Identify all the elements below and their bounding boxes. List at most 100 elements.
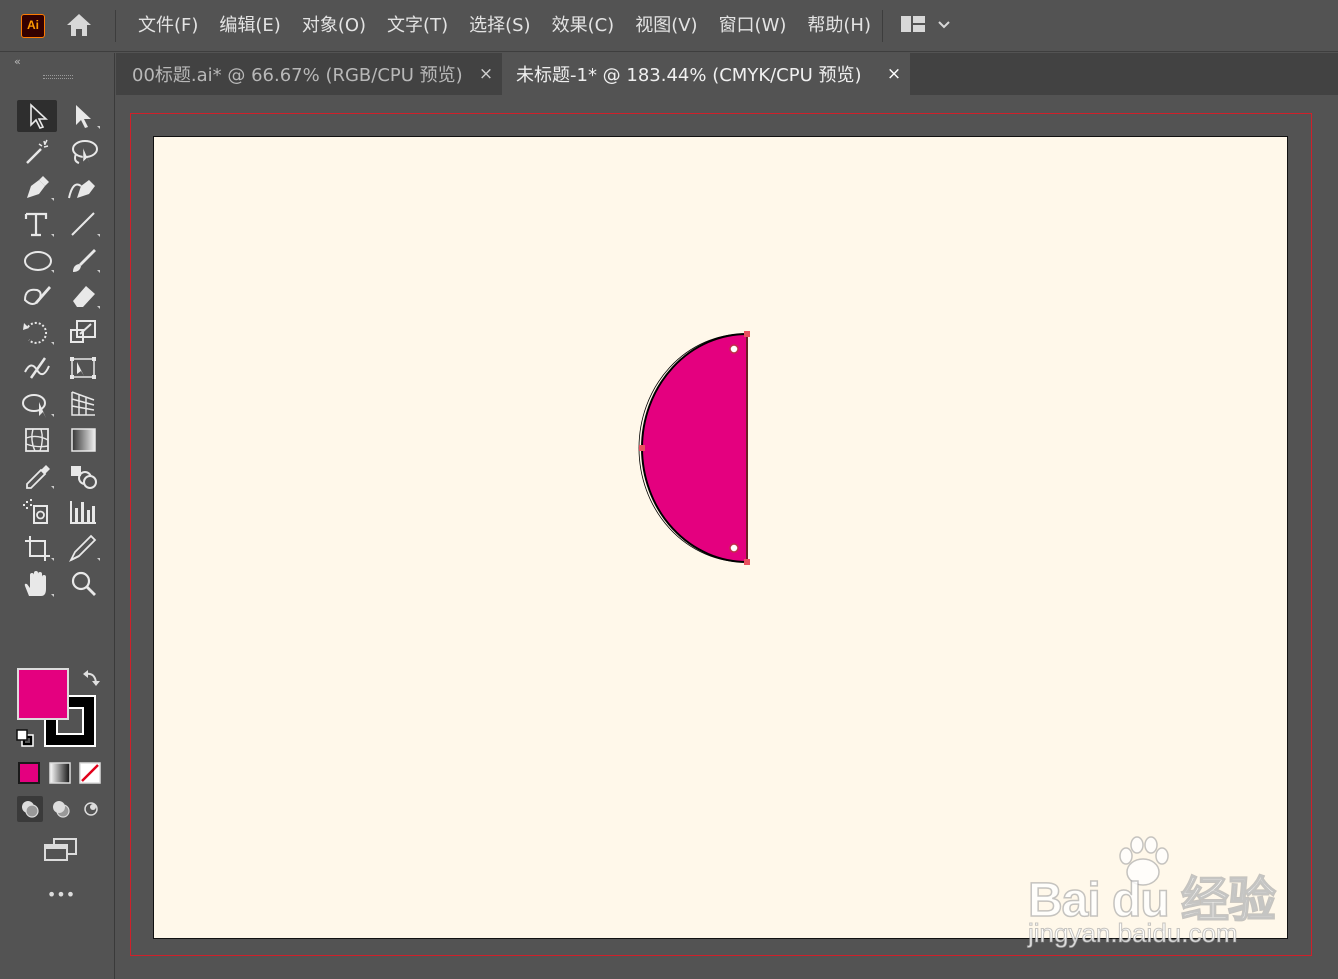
workspace-switcher-icon[interactable] [900, 14, 956, 36]
warp-icon [24, 357, 50, 379]
draw-inside-icon [84, 802, 98, 816]
column-graph-icon [70, 501, 96, 524]
type-tool[interactable] [17, 208, 57, 240]
baidu-watermark: Bai du 经验 jingyan.baidu.com [1020, 832, 1280, 952]
illustrator-logo: Ai [21, 14, 45, 38]
ellipse-icon [24, 251, 54, 273]
line-segment-icon [71, 212, 100, 237]
tab-document-00[interactable]: 00标题.ai* @ 66.67% (RGB/CPU 预览) × [116, 53, 502, 95]
zoom-tool[interactable] [63, 568, 103, 600]
gradient-fill-icon [49, 762, 71, 784]
eraser-icon [73, 286, 100, 309]
direct-selection-tool[interactable] [63, 100, 103, 132]
artboard[interactable] [153, 136, 1288, 939]
perspective-grid-tool[interactable] [63, 388, 103, 420]
gradient-icon [71, 428, 96, 452]
menu-edit[interactable]: 编辑(E) [219, 14, 280, 38]
color-fill-icon [18, 762, 40, 784]
live-corner-widget[interactable] [729, 344, 739, 354]
slice-tool[interactable] [63, 532, 103, 564]
shaper-icon [23, 286, 51, 305]
draw-inside-button[interactable] [78, 796, 104, 822]
curvature-tool[interactable] [63, 172, 103, 204]
paintbrush-icon [73, 249, 100, 273]
tab-label: 未标题-1* @ 183.44% (CMYK/CPU 预览) [516, 65, 862, 86]
gradient-tool[interactable] [63, 424, 103, 456]
tools-panel: ‹‹ ••• [0, 53, 115, 979]
shape-builder-tool[interactable] [17, 388, 57, 420]
magic-wand-tool[interactable] [17, 136, 57, 168]
menu-items: 文件(F) 编辑(E) 对象(O) 文字(T) 选择(S) 效果(C) 视图(V… [138, 14, 871, 38]
zoom-magnifier-icon [71, 571, 96, 596]
menu-object[interactable]: 对象(O) [302, 14, 366, 38]
selection-tool[interactable] [17, 100, 57, 132]
tab-close-icon[interactable]: × [885, 65, 903, 83]
home-icon[interactable] [64, 11, 94, 39]
menu-help[interactable]: 帮助(H) [807, 14, 871, 38]
line-segment-tool[interactable] [63, 208, 103, 240]
scale-icon [70, 320, 96, 343]
tab-close-icon[interactable]: × [477, 65, 495, 83]
anchor-point[interactable] [639, 445, 645, 451]
menu-separator [882, 10, 883, 42]
lasso-icon [72, 140, 98, 165]
column-graph-tool[interactable] [63, 496, 103, 528]
color-mode-button[interactable] [17, 761, 41, 785]
symbol-sprayer-tool[interactable] [17, 496, 57, 528]
draw-normal-button[interactable] [17, 796, 43, 822]
anchor-point[interactable] [744, 331, 750, 337]
ellipse-tool[interactable] [17, 244, 57, 276]
rotate-tool[interactable] [17, 316, 57, 348]
tab-label: 00标题.ai* @ 66.67% (RGB/CPU 预览) [132, 65, 463, 86]
screen-mode-icon[interactable] [42, 836, 80, 864]
perspective-grid-icon [71, 391, 95, 416]
menu-window[interactable]: 窗口(W) [719, 14, 787, 38]
draw-behind-icon [53, 801, 70, 818]
draw-behind-button[interactable] [48, 796, 74, 822]
scale-tool[interactable] [63, 316, 103, 348]
menu-view[interactable]: 视图(V) [635, 14, 697, 38]
lasso-tool[interactable] [63, 136, 103, 168]
eyedropper-icon [26, 465, 54, 489]
menu-effect[interactable]: 效果(C) [552, 14, 615, 38]
hand-tool[interactable] [17, 568, 57, 600]
curvature-pen-icon [68, 180, 95, 199]
magic-wand-icon [26, 139, 49, 164]
collapse-panel-icon[interactable]: ‹‹ [14, 55, 21, 68]
gradient-mode-button[interactable] [48, 761, 72, 785]
pen-tool[interactable] [17, 172, 57, 204]
menu-separator [115, 10, 116, 42]
artwork-layer [638, 331, 750, 565]
selection-arrow-icon [30, 103, 49, 129]
artboard-tool[interactable] [17, 532, 57, 564]
fill-color-swatch[interactable] [17, 668, 69, 720]
blend-tool[interactable] [63, 460, 103, 492]
eraser-tool[interactable] [63, 280, 103, 312]
eyedropper-tool[interactable] [17, 460, 57, 492]
menu-type[interactable]: 文字(T) [387, 14, 448, 38]
symbol-sprayer-icon [23, 499, 48, 524]
menu-select[interactable]: 选择(S) [469, 14, 530, 38]
half-circle-shape[interactable] [641, 332, 748, 564]
warp-tool[interactable] [17, 352, 57, 384]
edit-toolbar-button[interactable]: ••• [44, 885, 78, 905]
mesh-tool[interactable] [17, 424, 57, 456]
anchor-point[interactable] [744, 559, 750, 565]
default-fill-stroke-icon[interactable] [15, 728, 35, 748]
tab-document-untitled[interactable]: 未标题-1* @ 183.44% (CMYK/CPU 预览) × [502, 53, 910, 95]
draw-normal-icon [22, 801, 39, 818]
blend-icon [71, 466, 97, 489]
menu-file[interactable]: 文件(F) [138, 14, 198, 38]
canvas-area[interactable]: Bai du 经验 jingyan.baidu.com [117, 96, 1338, 979]
swap-fill-stroke-icon[interactable] [80, 667, 102, 689]
none-fill-icon [79, 762, 101, 784]
baidu-url-text: jingyan.baidu.com [1028, 918, 1239, 949]
live-corner-widget[interactable] [729, 543, 739, 553]
shaper-tool[interactable] [17, 280, 57, 312]
panel-grip[interactable] [43, 75, 73, 79]
paintbrush-tool[interactable] [63, 244, 103, 276]
none-mode-button[interactable] [78, 761, 102, 785]
type-t-icon [24, 212, 54, 237]
document-tabs: 00标题.ai* @ 66.67% (RGB/CPU 预览) × 未标题-1* … [116, 53, 1338, 95]
free-transform-tool[interactable] [63, 352, 103, 384]
